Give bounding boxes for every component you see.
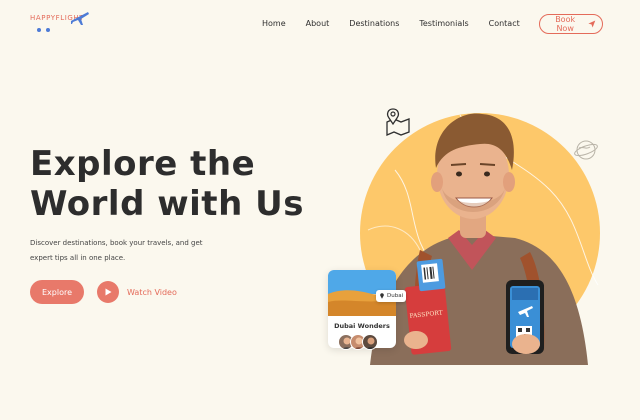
map-pin-icon [386, 108, 410, 136]
location-label: Dubai [387, 293, 404, 299]
hero-title: Explore the World with Us [30, 144, 320, 224]
avatar [362, 334, 378, 350]
hero-title-line-2: World with Us [30, 184, 304, 224]
play-icon [105, 288, 112, 296]
explore-button[interactable]: Explore [30, 280, 84, 304]
watch-video-link[interactable]: Watch Video [97, 281, 177, 303]
watch-video-label: Watch Video [127, 287, 177, 297]
location-badge: Dubai [376, 290, 407, 302]
hero-title-line-1: Explore the [30, 144, 256, 184]
traveler-avatars [338, 334, 388, 352]
navbar: HAPPYFLIGHT Home About Destinations Test… [0, 0, 640, 50]
location-icon [380, 293, 384, 299]
nav-about-link[interactable]: About [306, 17, 330, 31]
play-button[interactable] [97, 281, 119, 303]
globe-icon [574, 140, 598, 160]
nav-contact-link[interactable]: Contact [489, 17, 520, 31]
plane-icon [69, 12, 89, 25]
logo[interactable]: HAPPYFLIGHT [28, 10, 89, 36]
destination-title: Dubai Wonders [334, 322, 390, 330]
book-now-label: Book Now [555, 15, 576, 33]
hero-description: Discover destinations, book your travels… [30, 239, 203, 262]
logo-dots-icon [37, 28, 50, 32]
send-icon [588, 20, 596, 28]
nav-home-link[interactable]: Home [262, 17, 286, 31]
nav-links: Home About Destinations Testimonials Con… [262, 17, 540, 31]
landing-page: HAPPYFLIGHT Home About Destinations Test… [0, 0, 640, 420]
nav-testimonials-link[interactable]: Testimonials [419, 17, 468, 31]
book-now-button[interactable]: Book Now [539, 14, 603, 34]
nav-destinations-link[interactable]: Destinations [349, 17, 399, 31]
